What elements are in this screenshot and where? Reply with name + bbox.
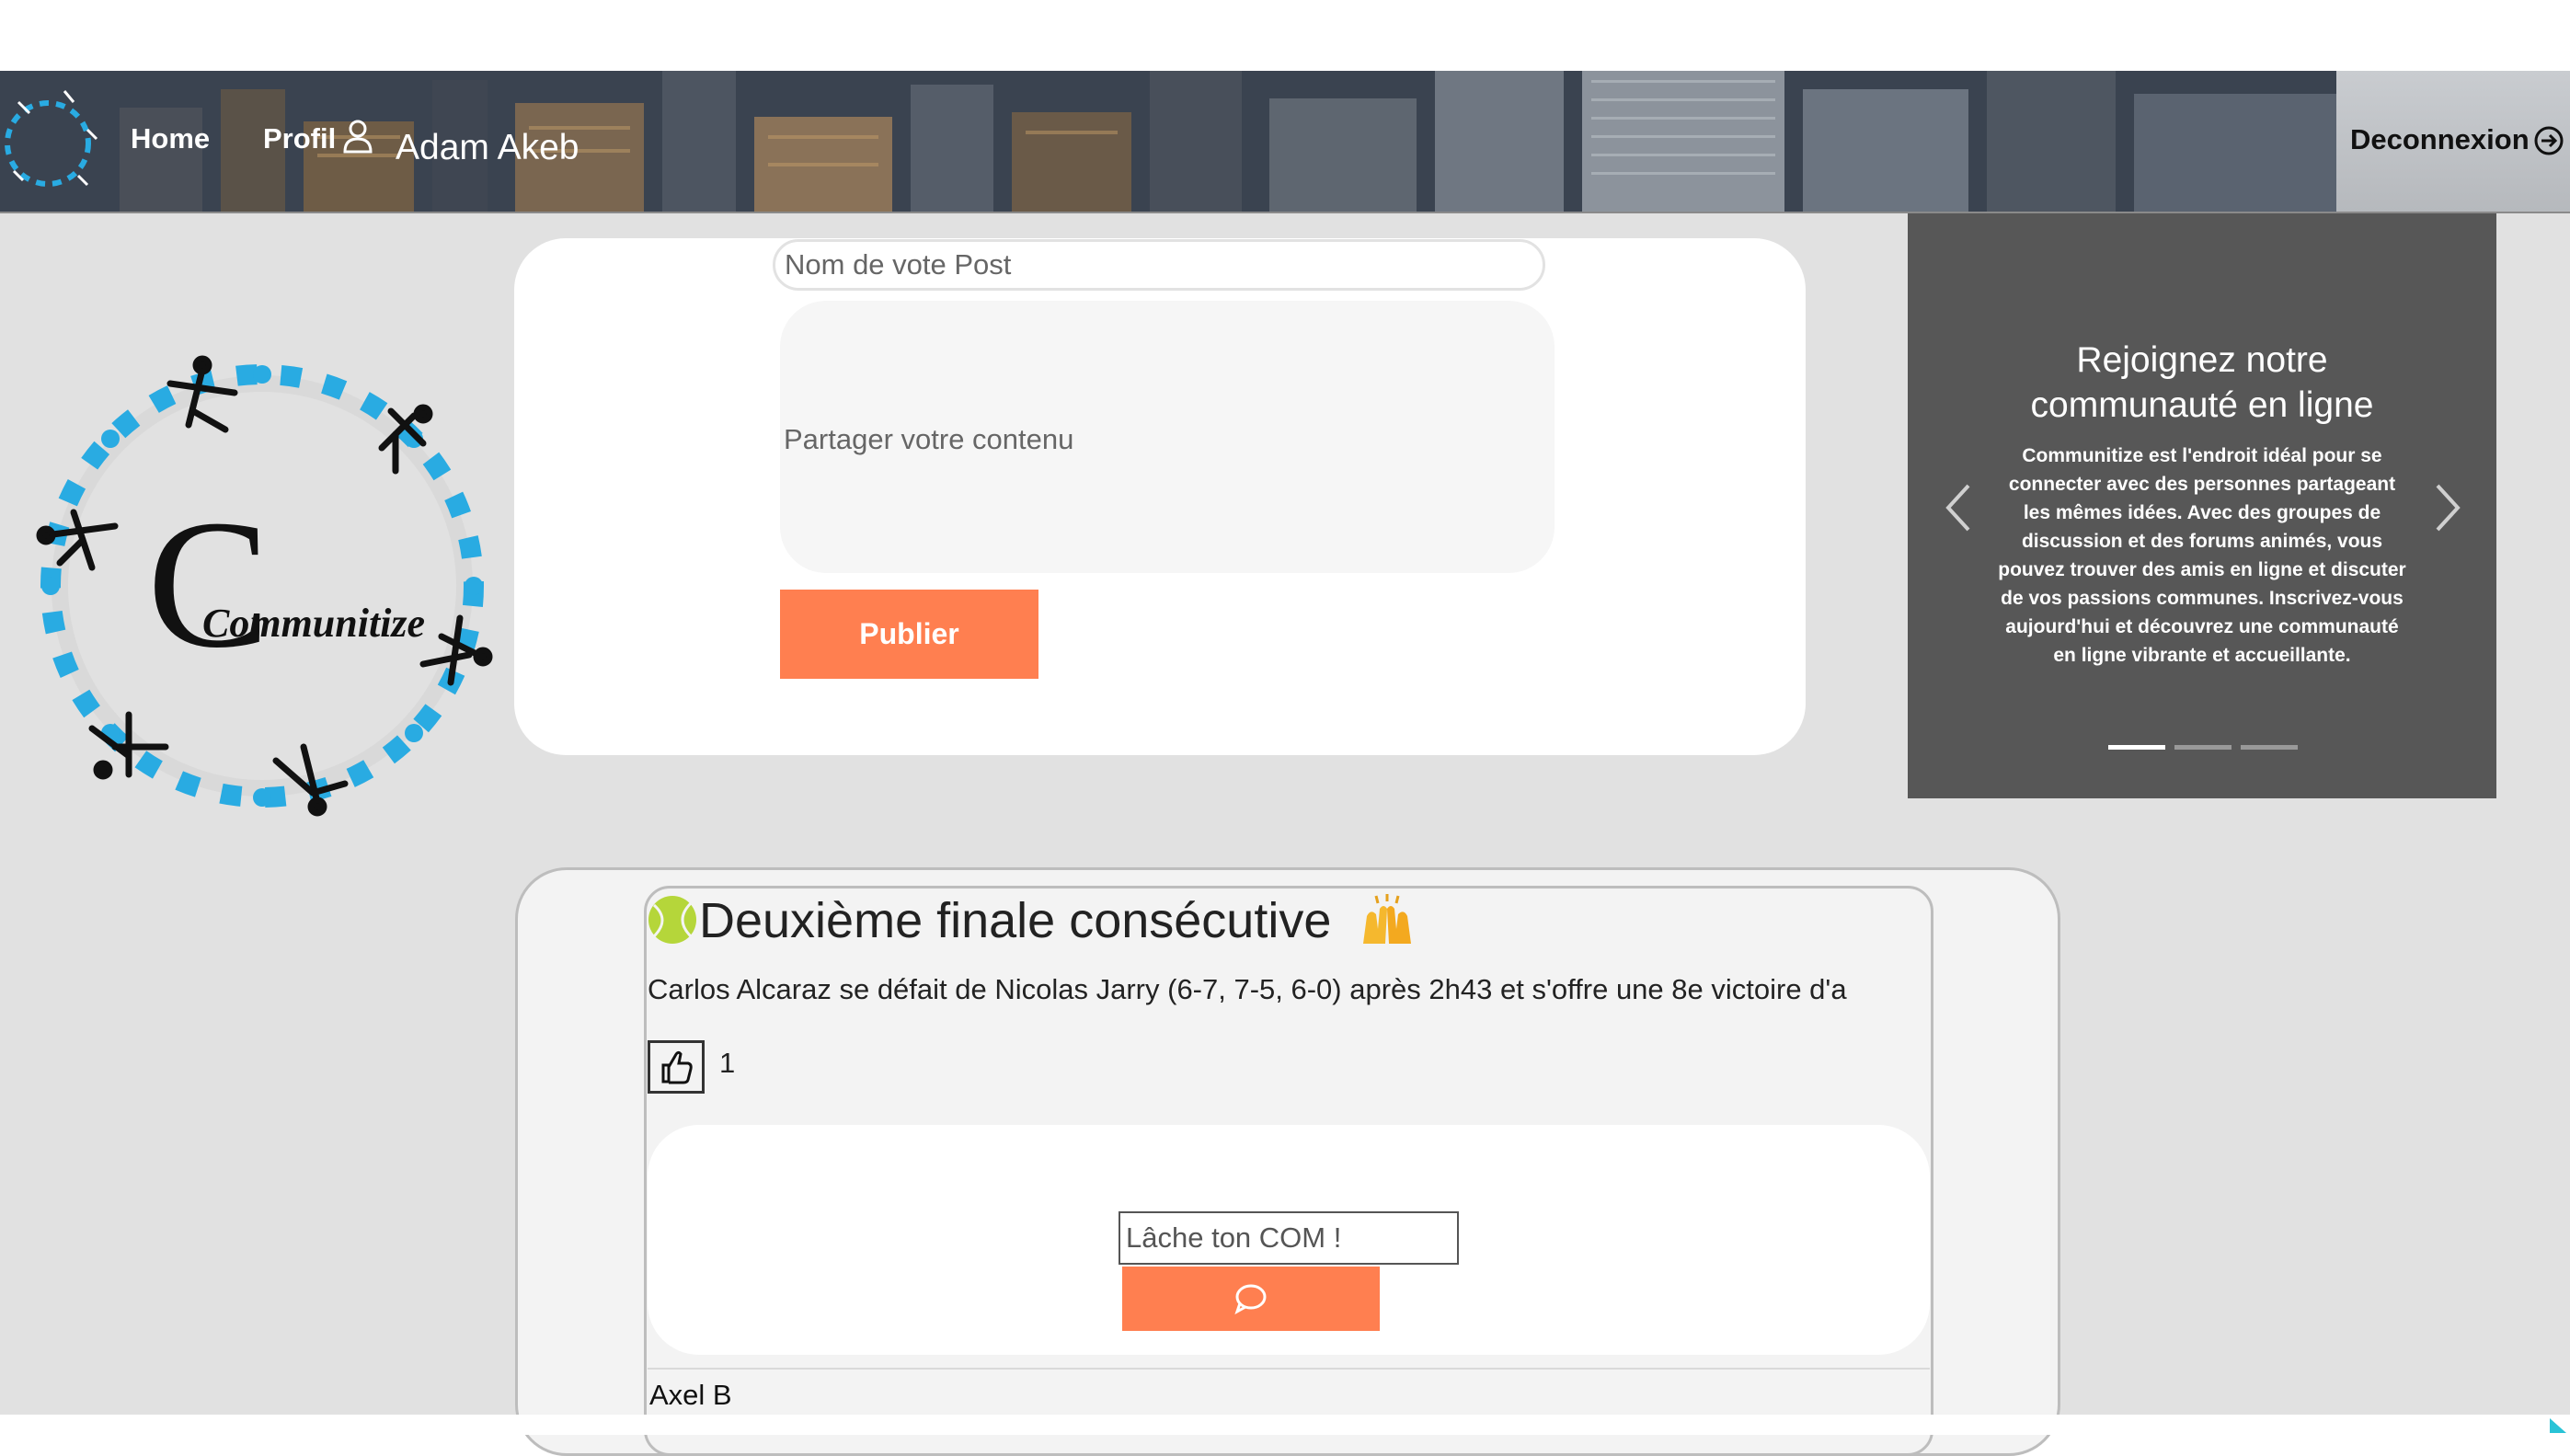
carousel: Rejoignez notre communauté en ligne Comm… xyxy=(1908,213,2496,798)
comment-author: Axel B xyxy=(649,1379,732,1411)
carousel-text: Communitize est l'endroit idéal pour se … xyxy=(1998,445,2406,666)
post-title-input[interactable] xyxy=(773,239,1545,291)
like-button[interactable] xyxy=(648,1040,705,1094)
carousel-next-icon[interactable] xyxy=(2428,480,2465,535)
nav-home-link[interactable]: Home xyxy=(131,122,210,155)
communitize-logo-small-icon xyxy=(5,90,98,187)
navbar: Home Profil Adam Akeb xyxy=(0,71,2570,213)
app-window: Home Profil Adam Akeb Deconnexion C Comm… xyxy=(0,0,2570,1456)
communitize-logo: C Communitize xyxy=(36,355,493,817)
logout-button[interactable]: Deconnexion xyxy=(2350,123,2530,156)
tennis-ball-icon xyxy=(648,896,696,944)
logout-arrow-icon[interactable] xyxy=(2533,125,2564,156)
person-icon[interactable] xyxy=(342,119,373,154)
post-title: Deuxième finale consécutive xyxy=(699,893,1332,948)
like-count: 1 xyxy=(719,1047,736,1079)
post-content-placeholder: Partager votre contenu xyxy=(784,423,1074,455)
nav-profil-link[interactable]: Profil xyxy=(263,122,336,155)
carousel-indicator-2[interactable] xyxy=(2174,745,2232,750)
comment-input[interactable] xyxy=(1119,1211,1459,1265)
post-content: Carlos Alcaraz se défait de Nicolas Jarr… xyxy=(648,973,1847,1005)
corner-marker-icon xyxy=(2550,1418,2566,1433)
carousel-indicator-1[interactable] xyxy=(2108,745,2165,750)
logo-brand-text: Communitize xyxy=(202,601,425,646)
carousel-indicator-3[interactable] xyxy=(2241,745,2298,750)
carousel-prev-icon[interactable] xyxy=(1941,480,1978,535)
comment-item: Axel B xyxy=(648,1368,1930,1416)
send-comment-button[interactable] xyxy=(1122,1267,1380,1331)
chat-bubble-icon xyxy=(1234,1284,1267,1315)
svg-text:C: C xyxy=(147,483,270,686)
raised-hands-icon xyxy=(1363,894,1411,944)
bottom-strip xyxy=(0,1415,2570,1435)
publish-button[interactable]: Publier xyxy=(780,590,1038,679)
thumbs-up-icon xyxy=(661,1050,693,1084)
carousel-title: Rejoignez notre communauté en ligne xyxy=(2030,340,2374,425)
current-user-name: Adam Akeb xyxy=(396,128,579,167)
